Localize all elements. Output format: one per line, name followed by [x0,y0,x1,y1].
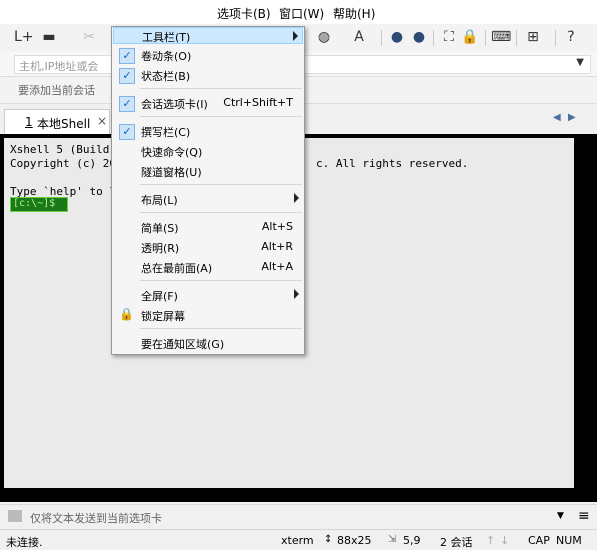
compose-bar: 仅将文本发送到当前选项卡 ▼ ≡ [0,504,597,529]
menu-separator [140,184,302,185]
xftp-alt-icon[interactable]: ● [410,28,428,46]
compose-dropdown-icon[interactable]: ▼ [557,511,564,521]
status-cap: CAP [528,534,550,547]
submenu-arrow-icon [293,31,298,41]
menu-item-simple[interactable]: 简单(S) Alt+S [113,217,303,237]
menu-shortcut: Ctrl+Shift+T [223,96,293,109]
menu-item-layout[interactable]: 布局(L) [113,189,303,209]
address-placeholder: 主机,IP地址或会 [19,60,99,73]
menu-separator [140,328,302,329]
menu-label: 卷动条(O) [141,50,192,63]
menu-item-toolbar[interactable]: 工具栏(T) [113,27,303,44]
arrow-down-icon[interactable]: ↓ [500,534,509,547]
keyboard-icon[interactable]: ⌨ [491,28,511,46]
menu-separator [140,280,302,281]
menu-separator [140,212,302,213]
status-bar: 未连接. xterm ↕ 88x25 ⇲ 5,9 2 会话 ↑ ↓ CAP NU… [0,529,597,549]
term-line-2: Copyright (c) 200 [10,157,123,170]
menu-label: 隧道窗格(U) [141,166,202,179]
submenu-arrow-icon [294,193,299,203]
menu-item-scrollbar[interactable]: ✓ 卷动条(O) [113,45,303,65]
lock-icon[interactable]: 🔒 [461,28,479,46]
help-icon[interactable]: ? [562,28,580,46]
menu-item-notify-area[interactable]: 要在通知区域(G) [113,333,303,353]
status-size: 88x25 [337,534,372,547]
menu-label: 布局(L) [141,194,178,207]
menu-item-tunnel[interactable]: 隧道窗格(U) [113,161,303,181]
prompt-highlight: [c:\~]$ [10,197,68,212]
menu-item-fullscreen[interactable]: 全屏(F) [113,285,303,305]
tab-local-shell[interactable]: 1 本地Shell × [4,109,110,135]
font-icon[interactable]: A [350,28,368,46]
menu-label: 透明(R) [141,242,180,255]
menu-item-statusbar[interactable]: ✓ 状态栏(B) [113,65,303,85]
menu-help[interactable]: 帮助(H) [333,5,375,22]
open-folder-icon[interactable]: ▬ [40,28,58,46]
add-tab-icon[interactable]: ⊞ [524,28,542,46]
menu-label: 简单(S) [141,222,179,235]
menu-label: 会话选项卡(I) [141,98,208,111]
scrollbar[interactable] [578,138,593,488]
menu-label: 工具栏(T) [142,31,191,44]
tab-prev-icon[interactable]: ◀ [553,112,561,123]
new-session-icon[interactable]: L+ [14,28,34,46]
check-icon: ✓ [119,96,135,112]
menu-label: 锁定屏幕 [141,310,185,323]
menu-separator [140,88,302,89]
menu-bar: 选项卡(B) 窗口(W) 帮助(H) [0,0,597,24]
tab-label: 本地Shell [37,117,91,131]
xftp-icon[interactable]: ● [388,28,406,46]
submenu-arrow-icon [294,289,299,299]
status-pos: 5,9 [403,534,421,547]
compose-text[interactable]: 仅将文本发送到当前选项卡 [30,510,162,526]
menu-label: 要在通知区域(G) [141,338,225,351]
menu-label: 撰写栏(C) [141,126,191,139]
lock-icon: 🔒 [119,307,134,321]
menu-label: 状态栏(B) [141,70,191,83]
check-icon: ✓ [119,124,135,140]
prompt-text: [c:\~]$ [13,198,56,209]
menu-label: 总在最前面(A) [141,262,213,275]
disconnect-icon[interactable]: ✂ [80,28,98,46]
status-num: NUM [556,534,582,547]
fullscreen-icon[interactable]: ⛶ [440,28,458,46]
view-menu: 工具栏(T) ✓ 卷动条(O) ✓ 状态栏(B) ✓ 会话选项卡(I) Ctrl… [111,26,305,355]
globe-icon[interactable]: ◍ [315,28,333,46]
menu-tabs[interactable]: 选项卡(B) [217,5,271,22]
hint-text: 要添加当前会话 [18,84,95,97]
menu-item-session-tabs[interactable]: ✓ 会话选项卡(I) Ctrl+Shift+T [113,93,303,113]
tab-number: 1 [25,115,33,129]
menu-window[interactable]: 窗口(W) [279,5,324,22]
tab-close-icon[interactable]: × [97,114,107,128]
menu-separator [140,116,302,117]
resize-icon: ↕ [324,534,333,545]
menu-label: 全屏(F) [141,290,178,303]
compose-icon [8,510,22,522]
position-icon: ⇲ [388,534,397,545]
menu-item-compose[interactable]: ✓ 撰写栏(C) [113,121,303,141]
menu-item-always-on-top[interactable]: 总在最前面(A) Alt+A [113,257,303,277]
term-line-1: Xshell 5 (Build [10,143,116,156]
menu-item-lock-screen[interactable]: 🔒 锁定屏幕 [113,305,303,325]
chevron-down-icon[interactable]: ▼ [576,57,584,68]
status-term: xterm [281,534,314,547]
check-icon: ✓ [119,68,135,84]
hamburger-icon[interactable]: ≡ [578,508,590,524]
check-icon: ✓ [119,48,135,64]
menu-item-quick-command[interactable]: 快速命令(Q) [113,141,303,161]
menu-shortcut: Alt+R [261,240,293,253]
menu-shortcut: Alt+S [261,220,293,233]
term-line-2-right: c. All rights reserved. [316,157,469,170]
menu-item-transparent[interactable]: 透明(R) Alt+R [113,237,303,257]
menu-shortcut: Alt+A [261,260,293,273]
tab-next-icon[interactable]: ▶ [568,112,576,123]
menu-label: 快速命令(Q) [141,146,203,159]
arrow-up-icon[interactable]: ↑ [486,534,495,547]
